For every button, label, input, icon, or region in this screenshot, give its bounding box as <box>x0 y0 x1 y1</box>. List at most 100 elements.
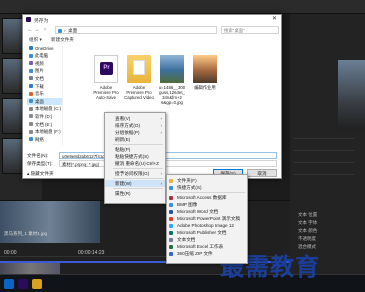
breadcrumb[interactable]: 桌面 <box>68 28 77 34</box>
folder-icon <box>29 61 33 66</box>
explorer-icon[interactable] <box>32 279 42 289</box>
nav-item[interactable]: OneDrive <box>27 45 62 51</box>
menu-item[interactable]: 粘贴快捷方式(S) <box>105 153 165 160</box>
nav-item[interactable]: 文档 <box>27 75 62 81</box>
menu-item[interactable]: 分组依据(P) › <box>105 129 165 136</box>
nav-item[interactable]: 下载 <box>27 83 62 89</box>
document-icon <box>133 60 145 75</box>
menu-item[interactable]: BMP 图像 <box>167 201 247 208</box>
menu-item-label: 新建(W) <box>115 181 132 186</box>
menu-item[interactable]: 刷新(E) <box>105 136 165 143</box>
new-submenu: 文件夹(F) 快捷方式(S) Microsoft Access 数据库 BMP 图像 M… <box>166 174 248 264</box>
nav-item-label: 文档 (E:) <box>35 121 53 127</box>
nav-item[interactable]: 软件 (D:) <box>27 113 62 119</box>
menu-item[interactable]: 排序方式(O) › <box>105 122 165 129</box>
nav-item[interactable]: 此电脑 <box>27 53 62 59</box>
sequence-name: 黑马系列_1 素材1.jpg <box>4 231 48 236</box>
menu-item[interactable]: Adobe Photoshop Image 12 <box>167 222 247 229</box>
menu-item[interactable]: 文件夹(F) <box>167 177 247 184</box>
nav-item-label: 软件 (D:) <box>35 113 53 119</box>
search-placeholder: 搜索"桌面" <box>224 28 245 33</box>
premiere-icon[interactable] <box>18 279 28 289</box>
file-name-field[interactable]: u0e9e8d2ab6127f41dce7e4c4c7b7e0b.jpg <box>59 152 277 159</box>
effect-controls-panel: 文本 位置 文本 字体 文本 颜色 不透明度 混合模式 <box>290 14 365 274</box>
effect-label: 文本 位置 <box>298 212 318 217</box>
menu-item-label: 属性(R) <box>115 191 131 196</box>
file-type-icon <box>169 251 173 256</box>
image-thumbnail <box>160 55 184 83</box>
menu-separator <box>113 144 163 145</box>
address-bar-row: ← → ↑ › 桌面 搜索"桌面" <box>27 26 279 34</box>
menu-item[interactable]: 360压缩 ZIP 文件 <box>167 250 247 257</box>
hide-folders-toggle[interactable]: ▴ 隐藏文件夹 <box>27 171 54 177</box>
menu-item[interactable]: 粘贴(P) <box>105 146 165 153</box>
menu-item[interactable]: Microsoft Access 数据库 <box>167 194 247 201</box>
search-input[interactable]: 搜索"桌面" <box>221 26 279 34</box>
nav-item[interactable]: 图片 <box>27 68 62 74</box>
folder-icon <box>29 137 33 142</box>
menu-item-label: 快捷方式(S) <box>177 185 202 190</box>
nav-item[interactable]: 桌面 <box>27 98 62 105</box>
menu-item[interactable]: 撤消 重命名(U) Ctrl+Z <box>105 160 165 167</box>
menu-item[interactable]: 文本文档 <box>167 236 247 243</box>
file-name-label: 文件名(N): <box>27 153 49 158</box>
menu-item[interactable]: 授予访问权限(G) › <box>105 170 165 177</box>
nav-item[interactable]: 本地磁盘 (C:) <box>27 106 62 112</box>
up-icon[interactable]: ↑ <box>42 26 48 34</box>
file-type-icon <box>169 237 173 242</box>
new-folder-button[interactable]: 新建文件夹 <box>51 37 74 43</box>
file-caption: Adobe Premiere Pro Auto-Save <box>93 85 119 100</box>
menu-separator <box>113 178 163 179</box>
menu-item[interactable]: 属性(R) <box>105 190 165 197</box>
forward-icon[interactable]: → <box>34 26 40 34</box>
file-type-icon <box>169 202 173 207</box>
close-icon[interactable]: ✕ <box>270 16 279 23</box>
file-type-icon <box>169 178 173 183</box>
folder-icon <box>29 91 33 96</box>
nav-item-label: OneDrive <box>35 45 54 51</box>
folder-icon <box>29 106 33 111</box>
navigation-pane: OneDrive 此电脑 视频图片 文档下载音乐 桌面 本地磁盘 (C:) 软件 (D:) 文… <box>27 45 63 145</box>
cancel-button[interactable]: 取消 <box>247 169 277 177</box>
nav-item[interactable]: 本地磁盘 (F:) <box>27 129 62 135</box>
nav-item[interactable]: 视频 <box>27 60 62 66</box>
menu-item[interactable]: 查看(V) › <box>105 115 165 122</box>
file-type-icon <box>169 216 173 221</box>
desktop-icon <box>58 28 62 33</box>
nav-item[interactable]: 网络 <box>27 136 62 142</box>
menu-item-label: Adobe Photoshop Image 12 <box>177 223 234 228</box>
folder-icon <box>29 46 33 50</box>
effect-label: 文本 颜色 <box>298 228 318 233</box>
menu-item[interactable]: 新建(W) › <box>105 180 165 187</box>
back-icon[interactable]: ← <box>27 26 33 34</box>
folder-icon <box>127 55 151 83</box>
ruler-start: 00:00 <box>4 250 17 256</box>
file-type-select[interactable]: 素材(*.prproj; *.jpg) <box>59 160 277 167</box>
file-item[interactable]: u=1486__300 guss,1264et_ 34n&fm+2 6&gp=0… <box>157 55 187 111</box>
menu-item[interactable]: Microsoft Publisher 文档 <box>167 229 247 236</box>
premiere-file-icon: Pr <box>94 55 118 83</box>
dialog-titlebar[interactable]: 另存为 ✕ <box>23 15 281 24</box>
file-caption: Adobe Premiere Pro Captured Video <box>124 85 154 100</box>
menu-item[interactable]: Microsoft Word 文档 <box>167 208 247 215</box>
file-item[interactable]: 编辑作业用 <box>190 55 220 111</box>
nav-item[interactable]: 文档 (E:) <box>27 121 62 127</box>
folder-icon <box>29 129 33 134</box>
nav-item[interactable]: 音乐 <box>27 91 62 97</box>
premiere-app-icon <box>26 17 31 22</box>
breadcrumb-sep: › <box>64 28 66 33</box>
address-bar[interactable]: › 桌面 <box>55 26 217 34</box>
file-item[interactable]: Pr Adobe Premiere Pro Auto-Save <box>91 55 121 111</box>
menu-item[interactable]: 快捷方式(S) <box>167 184 247 191</box>
file-list[interactable]: Pr Adobe Premiere Pro Auto-Save Adobe Prem… <box>65 45 275 145</box>
menu-item[interactable]: Microsoft Excel 工作表 <box>167 243 247 250</box>
file-type-icon <box>169 223 173 228</box>
nav-item-label: 文档 <box>35 75 44 81</box>
file-type-icon <box>169 244 173 249</box>
nav-item-label: 此电脑 <box>35 53 49 59</box>
menu-item-label: 授予访问权限(G) <box>115 171 150 176</box>
start-icon[interactable] <box>4 279 14 289</box>
organize-button[interactable]: 组织 ▾ <box>29 37 42 43</box>
menu-item[interactable]: Microsoft PowerPoint 演示文稿 <box>167 215 247 222</box>
file-item[interactable]: Adobe Premiere Pro Captured Video <box>124 55 154 111</box>
